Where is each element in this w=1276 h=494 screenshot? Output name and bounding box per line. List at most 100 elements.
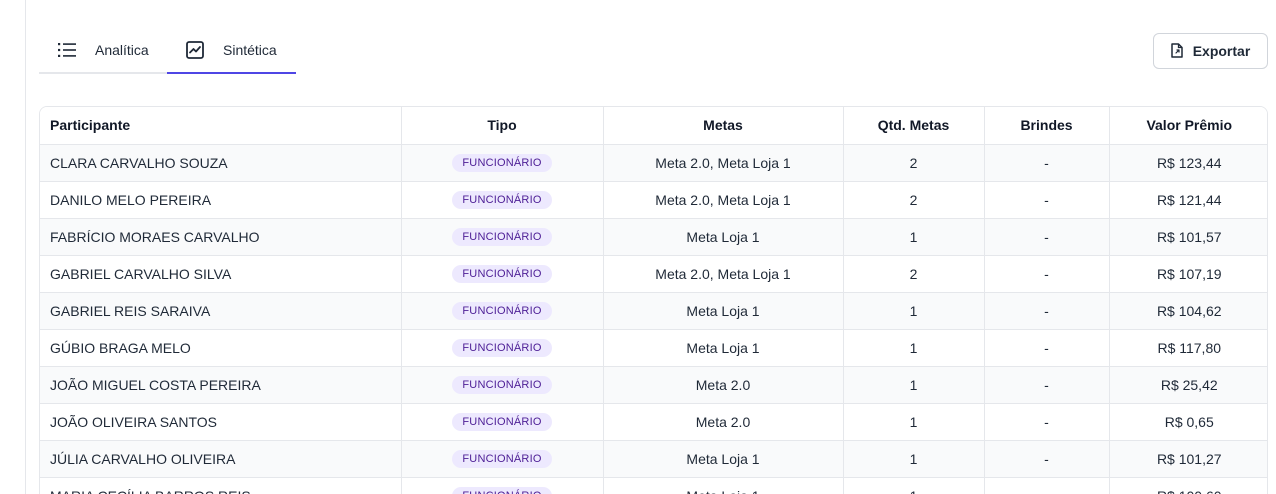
cell-qtd-metas: 2 <box>843 144 985 182</box>
table-row[interactable]: GABRIEL CARVALHO SILVA FUNCIONÁRIO Meta 2.… <box>40 255 1267 293</box>
cell-qtd-metas: 1 <box>843 403 985 441</box>
column-header-valor-premio[interactable]: Valor Prêmio <box>1109 107 1267 145</box>
cell-brindes: - <box>984 477 1110 494</box>
results-table: Participante Tipo Metas Qtd. Metas Brind… <box>39 106 1268 494</box>
cell-qtd-metas: 2 <box>843 181 985 219</box>
cell-participante: JOÃO OLIVEIRA SANTOS <box>40 403 402 441</box>
cell-qtd-metas: 1 <box>843 477 985 494</box>
tab-label: Analítica <box>95 42 149 58</box>
cell-valor-premio: R$ 25,42 <box>1109 366 1267 404</box>
chart-icon <box>185 40 205 60</box>
cell-tipo: FUNCIONÁRIO <box>401 440 604 478</box>
cell-metas: Meta Loja 1 <box>603 477 844 494</box>
cell-brindes: - <box>984 292 1110 330</box>
table-row[interactable]: GABRIEL REIS SARAIVA FUNCIONÁRIO Meta Loja… <box>40 292 1267 330</box>
tab-analitica[interactable]: Analítica <box>39 28 167 74</box>
cell-participante: JOÃO MIGUEL COSTA PEREIRA <box>40 366 402 404</box>
cell-participante: FABRÍCIO MORAES CARVALHO <box>40 218 402 256</box>
cell-tipo: FUNCIONÁRIO <box>401 218 604 256</box>
column-header-metas[interactable]: Metas <box>603 107 844 145</box>
cell-qtd-metas: 2 <box>843 255 985 293</box>
table-header-row: Participante Tipo Metas Qtd. Metas Brind… <box>40 107 1267 145</box>
table-row[interactable]: JÚLIA CARVALHO OLIVEIRA FUNCIONÁRIO Meta L… <box>40 440 1267 478</box>
cell-participante: GÚBIO BRAGA MELO <box>40 329 402 367</box>
cell-valor-premio: R$ 0,65 <box>1109 403 1267 441</box>
cell-tipo: FUNCIONÁRIO <box>401 366 604 404</box>
cell-metas: Meta 2.0, Meta Loja 1 <box>603 181 844 219</box>
cell-brindes: - <box>984 218 1110 256</box>
cell-valor-premio: R$ 100,60 <box>1109 477 1267 494</box>
cell-participante: GABRIEL CARVALHO SILVA <box>40 255 402 293</box>
cell-participante: JÚLIA CARVALHO OLIVEIRA <box>40 440 402 478</box>
view-tabs: Analítica Sintética <box>39 28 296 74</box>
page: Analítica Sintética Exportar Participant… <box>0 0 1276 494</box>
cell-brindes: - <box>984 329 1110 367</box>
cell-metas: Meta Loja 1 <box>603 218 844 256</box>
type-badge: FUNCIONÁRIO <box>452 265 552 283</box>
cell-tipo: FUNCIONÁRIO <box>401 144 604 182</box>
cell-brindes: - <box>984 440 1110 478</box>
cell-metas: Meta 2.0, Meta Loja 1 <box>603 144 844 182</box>
cell-participante: GABRIEL REIS SARAIVA <box>40 292 402 330</box>
type-badge: FUNCIONÁRIO <box>452 413 552 431</box>
table-body: CLARA CARVALHO SOUZA FUNCIONÁRIO Meta 2.0,… <box>40 144 1267 494</box>
cell-metas: Meta Loja 1 <box>603 329 844 367</box>
export-button[interactable]: Exportar <box>1153 33 1268 69</box>
cell-qtd-metas: 1 <box>843 366 985 404</box>
table-row[interactable]: FABRÍCIO MORAES CARVALHO FUNCIONÁRIO Meta … <box>40 218 1267 256</box>
sidebar-divider <box>25 0 26 494</box>
cell-metas: Meta 2.0 <box>603 366 844 404</box>
column-header-brindes[interactable]: Brindes <box>984 107 1110 145</box>
cell-valor-premio: R$ 117,80 <box>1109 329 1267 367</box>
tab-sintetica[interactable]: Sintética <box>167 28 296 74</box>
cell-valor-premio: R$ 121,44 <box>1109 181 1267 219</box>
tab-label: Sintética <box>223 42 277 58</box>
cell-valor-premio: R$ 101,57 <box>1109 218 1267 256</box>
cell-valor-premio: R$ 123,44 <box>1109 144 1267 182</box>
cell-valor-premio: R$ 107,19 <box>1109 255 1267 293</box>
table-row[interactable]: MARIA CECÍLIA BARROS REIS FUNCIONÁRIO Meta… <box>40 477 1267 494</box>
cell-brindes: - <box>984 255 1110 293</box>
cell-qtd-metas: 1 <box>843 218 985 256</box>
table-row[interactable]: DANILO MELO PEREIRA FUNCIONÁRIO Meta 2.0, … <box>40 181 1267 219</box>
cell-metas: Meta 2.0, Meta Loja 1 <box>603 255 844 293</box>
cell-brindes: - <box>984 181 1110 219</box>
type-badge: FUNCIONÁRIO <box>452 450 552 468</box>
cell-brindes: - <box>984 144 1110 182</box>
cell-qtd-metas: 1 <box>843 329 985 367</box>
table-row[interactable]: JOÃO OLIVEIRA SANTOS FUNCIONÁRIO Meta 2.0 1… <box>40 403 1267 441</box>
cell-tipo: FUNCIONÁRIO <box>401 403 604 441</box>
cell-participante: MARIA CECÍLIA BARROS REIS <box>40 477 402 494</box>
file-export-icon <box>1170 43 1185 59</box>
cell-qtd-metas: 1 <box>843 292 985 330</box>
cell-tipo: FUNCIONÁRIO <box>401 255 604 293</box>
cell-tipo: FUNCIONÁRIO <box>401 329 604 367</box>
type-badge: FUNCIONÁRIO <box>452 302 552 320</box>
cell-valor-premio: R$ 104,62 <box>1109 292 1267 330</box>
cell-tipo: FUNCIONÁRIO <box>401 477 604 494</box>
cell-participante: DANILO MELO PEREIRA <box>40 181 402 219</box>
table-row[interactable]: GÚBIO BRAGA MELO FUNCIONÁRIO Meta Loja 11-… <box>40 329 1267 367</box>
cell-brindes: - <box>984 366 1110 404</box>
type-badge: FUNCIONÁRIO <box>452 487 552 494</box>
list-icon <box>57 40 77 60</box>
export-label: Exportar <box>1192 43 1251 59</box>
type-badge: FUNCIONÁRIO <box>452 376 552 394</box>
column-header-tipo[interactable]: Tipo <box>401 107 604 145</box>
type-badge: FUNCIONÁRIO <box>452 228 552 246</box>
table-row[interactable]: JOÃO MIGUEL COSTA PEREIRA FUNCIONÁRIO Meta… <box>40 366 1267 404</box>
type-badge: FUNCIONÁRIO <box>452 154 552 172</box>
cell-metas: Meta Loja 1 <box>603 292 844 330</box>
table-row[interactable]: CLARA CARVALHO SOUZA FUNCIONÁRIO Meta 2.0,… <box>40 144 1267 182</box>
column-header-participante[interactable]: Participante <box>40 107 402 145</box>
cell-tipo: FUNCIONÁRIO <box>401 181 604 219</box>
type-badge: FUNCIONÁRIO <box>452 191 552 209</box>
cell-valor-premio: R$ 101,27 <box>1109 440 1267 478</box>
type-badge: FUNCIONÁRIO <box>452 339 552 357</box>
cell-tipo: FUNCIONÁRIO <box>401 292 604 330</box>
cell-metas: Meta 2.0 <box>603 403 844 441</box>
cell-qtd-metas: 1 <box>843 440 985 478</box>
cell-brindes: - <box>984 403 1110 441</box>
column-header-qtd-metas[interactable]: Qtd. Metas <box>843 107 985 145</box>
cell-participante: CLARA CARVALHO SOUZA <box>40 144 402 182</box>
